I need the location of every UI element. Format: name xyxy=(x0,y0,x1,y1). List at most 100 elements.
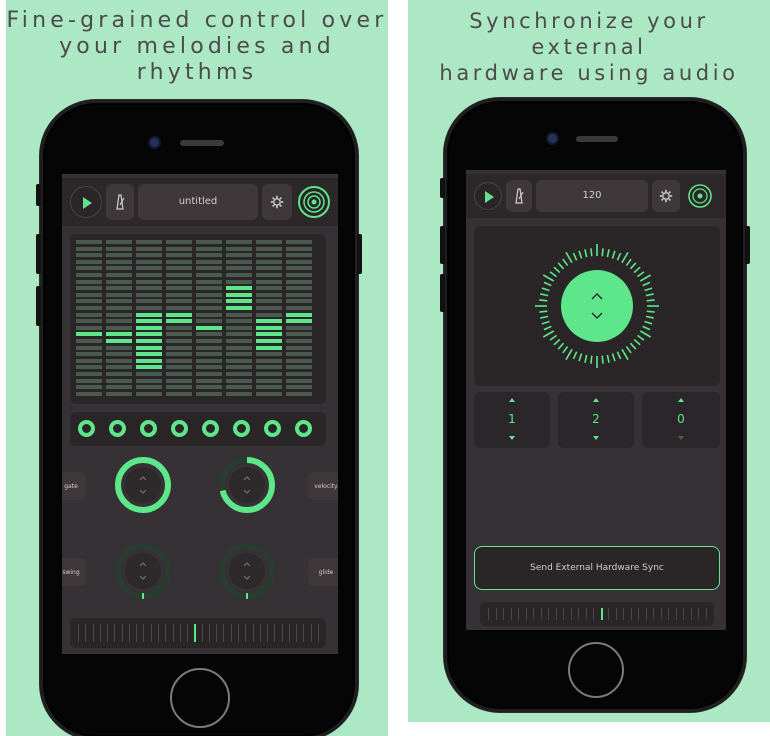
step-toggle[interactable] xyxy=(264,420,281,437)
sequencer-cell xyxy=(196,345,222,350)
sequencer-cell xyxy=(286,246,312,251)
increment-icon[interactable] xyxy=(678,398,684,402)
sequencer-cell xyxy=(166,306,192,310)
play-button[interactable] xyxy=(70,186,102,218)
dial-tick xyxy=(572,351,578,360)
sequencer-cell xyxy=(286,286,312,291)
sequencer-step-column[interactable] xyxy=(106,240,132,398)
sequencer-cell xyxy=(226,319,252,324)
step-toggle[interactable] xyxy=(233,420,250,437)
sequencer-cell xyxy=(286,332,312,337)
sequencer-cell xyxy=(76,279,102,284)
sequencer-cell xyxy=(226,378,252,383)
sequencer-cell xyxy=(136,273,162,277)
sequencer-cell xyxy=(76,266,102,271)
sequencer-step-column[interactable] xyxy=(166,240,192,398)
sequencer-cell xyxy=(286,365,312,370)
counter-beats[interactable]: 2 xyxy=(558,392,634,448)
knob-glide[interactable] xyxy=(218,542,276,600)
scrubber-tick xyxy=(563,608,565,620)
sequencer-cell xyxy=(256,240,282,244)
tempo-dial[interactable] xyxy=(527,236,667,376)
swing-label[interactable]: swing xyxy=(62,558,86,586)
sequencer-cell xyxy=(226,352,252,357)
send-sync-button[interactable]: Send External Hardware Sync xyxy=(474,546,720,590)
sequencer-step-column[interactable] xyxy=(136,240,162,398)
gate-label[interactable]: gate xyxy=(62,472,86,500)
knob-gate[interactable] xyxy=(114,456,172,514)
sequencer-cell xyxy=(256,385,282,390)
step-toggle[interactable] xyxy=(171,420,188,437)
dial-tick xyxy=(606,354,610,363)
metronome-icon xyxy=(515,188,524,204)
scrubber-tick xyxy=(230,624,232,642)
knob-swing[interactable] xyxy=(114,542,172,600)
sequencer-step-column[interactable] xyxy=(286,240,312,398)
metronome-button[interactable] xyxy=(106,184,134,220)
increment-icon[interactable] xyxy=(593,398,599,402)
sequencer-cell xyxy=(136,345,162,350)
dial-tick xyxy=(644,287,653,292)
position-scrubber[interactable] xyxy=(480,602,714,626)
tap-tempo-button[interactable] xyxy=(561,270,633,342)
toolbar: untitled xyxy=(62,178,338,226)
dial-tick xyxy=(616,351,622,360)
decrement-icon[interactable] xyxy=(678,436,684,440)
settings-button[interactable] xyxy=(652,180,680,212)
counter-offset[interactable]: 0 xyxy=(642,392,720,448)
settings-button[interactable] xyxy=(262,184,292,220)
home-button[interactable] xyxy=(170,668,230,728)
tempo-field[interactable]: 120 xyxy=(536,180,648,212)
decrement-icon[interactable] xyxy=(509,436,515,440)
sequencer-cell xyxy=(196,372,222,376)
sequencer-cell xyxy=(136,292,162,297)
sequencer-cell xyxy=(226,358,252,363)
sequencer-cell xyxy=(196,246,222,251)
title-field[interactable]: untitled xyxy=(138,184,258,220)
decrement-icon[interactable] xyxy=(593,436,599,440)
dial-tick xyxy=(565,348,573,361)
sequencer-cell xyxy=(256,325,282,330)
sequencer-cell xyxy=(226,259,252,264)
sequencer-cell xyxy=(76,358,102,363)
step-toggle[interactable] xyxy=(140,420,157,437)
sequencer-cell xyxy=(256,358,282,363)
velocity-label[interactable]: velocity xyxy=(308,472,338,500)
scrubber-tick xyxy=(85,624,87,642)
glide-label[interactable]: glide xyxy=(308,558,338,586)
sequencer-step-column[interactable] xyxy=(196,240,222,398)
play-button[interactable] xyxy=(474,182,502,210)
sequencer-cell xyxy=(196,385,222,390)
sequencer-cell xyxy=(166,345,192,350)
position-scrubber[interactable] xyxy=(70,618,326,648)
step-sequencer[interactable] xyxy=(70,234,326,404)
knob-velocity[interactable] xyxy=(218,456,276,514)
sequencer-cell xyxy=(196,365,222,370)
sequencer-cell xyxy=(106,365,132,370)
phone-frame: 120 1 2 0 Send External Hardware Sync xyxy=(440,98,750,712)
step-toggle[interactable] xyxy=(202,420,219,437)
step-toggle[interactable] xyxy=(78,420,95,437)
dial-tick xyxy=(621,251,629,264)
sequencer-cell xyxy=(226,325,252,330)
home-button[interactable] xyxy=(568,642,624,698)
sequencer-cell xyxy=(136,372,162,376)
sequencer-step-column[interactable] xyxy=(256,240,282,398)
sequencer-cell xyxy=(76,292,102,297)
counter-bars[interactable]: 1 xyxy=(474,392,550,448)
sequencer-step-column[interactable] xyxy=(226,240,252,398)
sequencer-step-column[interactable] xyxy=(76,240,102,398)
record-button[interactable] xyxy=(296,184,332,220)
sequencer-cell xyxy=(226,273,252,277)
increment-icon[interactable] xyxy=(509,398,515,402)
sequencer-cell xyxy=(196,391,222,396)
record-button[interactable] xyxy=(686,182,714,210)
step-toggle[interactable] xyxy=(295,420,312,437)
scrubber-tick xyxy=(245,624,247,642)
sequencer-cell xyxy=(256,352,282,357)
metronome-button[interactable] xyxy=(506,180,532,212)
scrubber-tick xyxy=(593,608,595,620)
step-toggle[interactable] xyxy=(109,420,126,437)
sequencer-cell xyxy=(286,279,312,284)
step-toggle-row xyxy=(70,412,326,446)
